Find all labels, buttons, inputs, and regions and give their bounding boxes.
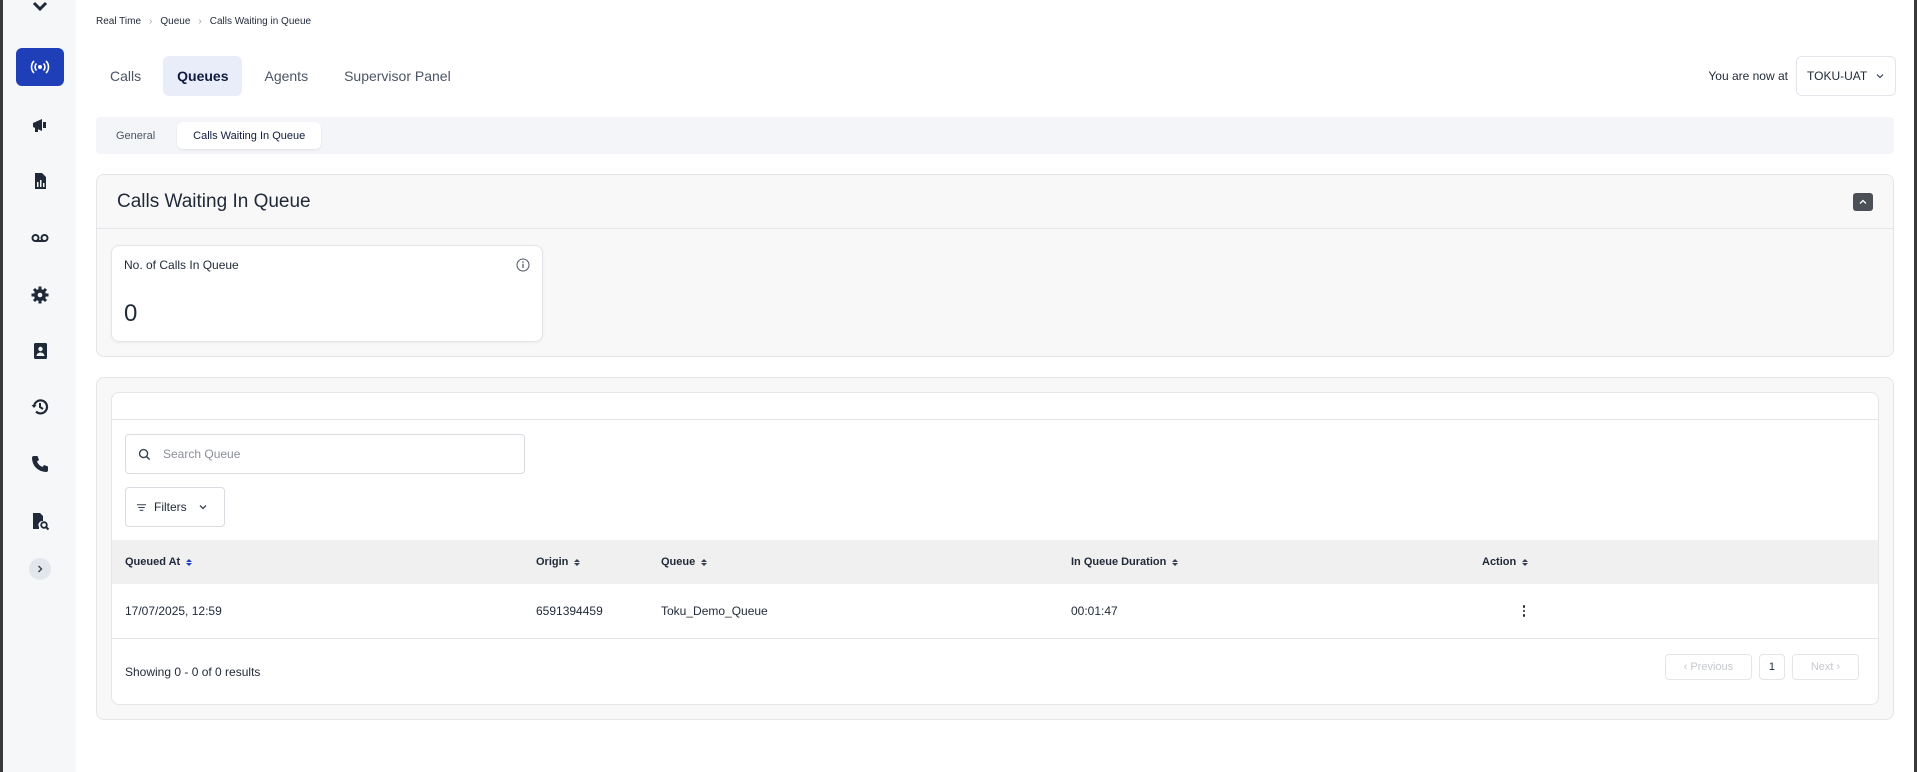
chevron-down-icon	[1876, 74, 1884, 79]
cell-origin: 6591394459	[536, 604, 603, 618]
tab-queues[interactable]: Queues	[163, 56, 243, 96]
chevron-down-icon	[199, 505, 207, 510]
environment-selector: You are now at TOKU-UAT	[1708, 56, 1896, 96]
page-1-button[interactable]: 1	[1758, 654, 1785, 680]
breadcrumb-separator-icon: ›	[198, 16, 202, 27]
phone-icon	[32, 456, 48, 472]
breadcrumb-separator-icon: ›	[149, 16, 153, 27]
cell-queued-at: 17/07/2025, 12:59	[125, 604, 222, 618]
logo-icon[interactable]	[16, 0, 64, 26]
search-input[interactable]	[163, 447, 503, 461]
sidebar-item-campaigns[interactable]	[16, 106, 64, 144]
sidebar-item-history[interactable]	[16, 388, 64, 426]
environment-dropdown[interactable]: TOKU-UAT	[1796, 56, 1896, 96]
sidebar-item-voicemail[interactable]	[16, 219, 64, 257]
stat-label: No. of Calls In Queue	[124, 258, 239, 272]
stat-value: 0	[124, 300, 138, 327]
main-content: Real Time › Queue › Calls Waiting in Que…	[76, 0, 1914, 772]
column-origin-label: Origin	[536, 556, 569, 568]
environment-label: You are now at	[1708, 69, 1788, 83]
breadcrumb: Real Time › Queue › Calls Waiting in Que…	[96, 16, 311, 27]
realtime-icon	[30, 60, 50, 74]
summary-panel: Calls Waiting In Queue No. of Calls In Q…	[96, 174, 1894, 357]
queue-table-panel: Filters Queued At Origin Queue In Queue	[96, 377, 1894, 720]
column-queued-at-label: Queued At	[125, 556, 181, 568]
cell-duration: 00:01:47	[1071, 604, 1118, 618]
column-queue[interactable]: Queue	[661, 540, 708, 584]
filter-icon	[136, 503, 147, 511]
settings-icon	[31, 286, 49, 304]
column-action-label: Action	[1482, 556, 1517, 568]
tab-supervisor-panel[interactable]: Supervisor Panel	[330, 56, 465, 96]
summary-panel-header: Calls Waiting In Queue	[97, 175, 1893, 229]
previous-page-button[interactable]: ‹ Previous	[1664, 654, 1752, 680]
row-actions	[1517, 584, 1531, 638]
sidebar-item-realtime[interactable]	[16, 48, 64, 86]
next-page-button[interactable]: Next ›	[1792, 654, 1859, 680]
sub-tabs: General Calls Waiting In Queue	[96, 117, 1894, 154]
reports-icon	[35, 173, 46, 189]
search-box	[125, 434, 525, 474]
column-in-queue-duration[interactable]: In Queue Duration	[1071, 540, 1179, 584]
summary-title: Calls Waiting In Queue	[117, 190, 311, 212]
sidebar-item-settings[interactable]	[16, 276, 64, 314]
info-icon[interactable]	[516, 258, 530, 272]
main-tabs: Calls Queues Agents Supervisor Panel	[96, 56, 465, 96]
filters-button[interactable]: Filters	[125, 487, 225, 527]
subtab-general[interactable]: General	[100, 122, 171, 149]
table-header: Queued At Origin Queue In Queue Duration…	[112, 540, 1878, 584]
cell-queue: Toku_Demo_Queue	[661, 604, 768, 618]
breadcrumb-queue[interactable]: Queue	[160, 16, 190, 27]
voicemail-icon	[31, 234, 49, 242]
column-action[interactable]: Action	[1482, 540, 1529, 584]
breadcrumb-current: Calls Waiting in Queue	[209, 16, 312, 27]
sidebar	[3, 0, 76, 772]
chevron-right-icon	[38, 565, 43, 573]
chevron-up-icon	[1859, 199, 1867, 204]
sort-icon	[1522, 558, 1529, 566]
sort-icon	[701, 558, 708, 566]
queue-table-card: Filters Queued At Origin Queue In Queue	[111, 392, 1879, 705]
audit-icon	[33, 513, 50, 531]
subtab-calls-waiting[interactable]: Calls Waiting In Queue	[177, 122, 322, 149]
sort-icon	[1172, 558, 1179, 566]
table-row[interactable]: 17/07/2025, 12:59 6591394459 Toku_Demo_Q…	[112, 584, 1878, 639]
sidebar-expand-button[interactable]	[29, 558, 51, 580]
calls-in-queue-card: No. of Calls In Queue 0	[111, 245, 543, 342]
sort-icon	[186, 558, 193, 566]
sort-icon	[574, 558, 581, 566]
sidebar-item-reports[interactable]	[16, 162, 64, 200]
column-queue-label: Queue	[661, 556, 696, 568]
pagination: ‹ Previous 1 Next ›	[1664, 654, 1859, 680]
environment-value: TOKU-UAT	[1807, 69, 1868, 83]
campaign-icon	[33, 119, 46, 132]
column-duration-label: In Queue Duration	[1071, 556, 1167, 568]
column-queued-at[interactable]: Queued At	[125, 540, 193, 584]
table-card-header	[112, 393, 1878, 420]
search-icon	[138, 448, 151, 460]
results-summary: Showing 0 - 0 of 0 results	[125, 665, 261, 679]
breadcrumb-realtime[interactable]: Real Time	[96, 16, 141, 27]
sidebar-item-audit[interactable]	[16, 502, 64, 540]
tab-calls[interactable]: Calls	[96, 56, 155, 96]
sidebar-item-calls[interactable]	[16, 445, 64, 483]
sidebar-item-contacts[interactable]	[16, 332, 64, 370]
contacts-icon	[34, 343, 47, 359]
more-actions-icon[interactable]	[1517, 604, 1531, 618]
tab-agents[interactable]: Agents	[250, 56, 322, 96]
collapse-button[interactable]	[1853, 192, 1873, 211]
column-origin[interactable]: Origin	[536, 540, 581, 584]
history-icon	[31, 399, 49, 415]
filters-label: Filters	[154, 500, 187, 514]
